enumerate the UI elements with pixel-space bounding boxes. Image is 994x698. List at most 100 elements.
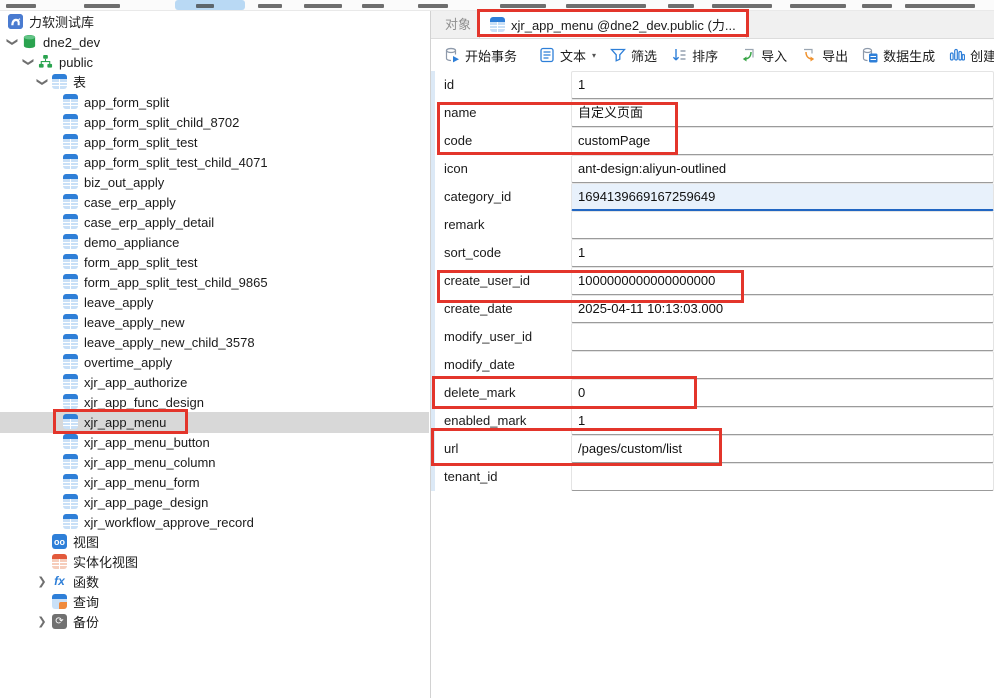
field-value-url[interactable]: /pages/custom/list — [571, 435, 994, 463]
field-value-id[interactable]: 1 — [571, 71, 994, 99]
table-icon — [63, 434, 78, 449]
clipped-toolbar-text-fragment — [905, 4, 975, 8]
toolbar-button-import[interactable]: 导入 — [733, 42, 794, 68]
tree-item-app_form_split[interactable]: app_form_split — [0, 92, 429, 113]
create-chart-icon — [949, 47, 965, 63]
tree-item-xjr_app_page_design[interactable]: xjr_app_page_design — [0, 492, 429, 513]
field-row-sort_code: sort_code1 — [431, 239, 994, 267]
tree-item-xjr_app_menu[interactable]: xjr_app_menu — [0, 412, 429, 433]
tree-item-xjr_app_func_design[interactable]: xjr_app_func_design — [0, 392, 429, 413]
tree-item-leave_apply_new[interactable]: leave_apply_new — [0, 312, 429, 333]
field-row-category_id: category_id1694139669167259649 — [431, 183, 994, 211]
field-value-tenant_id[interactable] — [571, 463, 994, 491]
tree-item-leave_apply[interactable]: leave_apply — [0, 292, 429, 313]
tree-item-label: xjr_app_menu_column — [84, 452, 216, 473]
tree-item-demo_appliance[interactable]: demo_appliance — [0, 232, 429, 253]
toolbar-button-sort[interactable]: 排序 — [664, 42, 725, 68]
chevron-right-icon[interactable]: ❯ — [36, 575, 48, 589]
tree-item-查询[interactable]: 查询 — [0, 592, 429, 613]
tree-item-biz_out_apply[interactable]: biz_out_apply — [0, 172, 429, 193]
table-icon — [63, 394, 78, 409]
tree-item-xjr_app_menu_button[interactable]: xjr_app_menu_button — [0, 432, 429, 453]
tree-item-app_form_split_test_child_4071[interactable]: app_form_split_test_child_4071 — [0, 152, 429, 173]
field-value-delete_mark[interactable]: 0 — [571, 379, 994, 407]
table-icon — [63, 254, 78, 269]
materialized-view-icon — [52, 554, 67, 569]
field-value-code[interactable]: customPage — [571, 127, 994, 155]
clipped-toolbar-text-fragment — [304, 4, 342, 8]
field-label-url: url — [431, 435, 571, 463]
field-value-category_id[interactable]: 1694139669167259649 — [571, 183, 994, 211]
view-icon: oo — [52, 534, 67, 549]
tab-xjr-app-menu[interactable]: xjr_app_menu @dne2_dev.public (力... — [479, 11, 747, 38]
tree-item-视图[interactable]: oo视图 — [0, 532, 429, 553]
tree-item-form_app_split_test[interactable]: form_app_split_test — [0, 252, 429, 273]
field-value-create_date[interactable]: 2025-04-11 10:13:03.000 — [571, 295, 994, 323]
field-value-enabled_mark[interactable]: 1 — [571, 407, 994, 435]
tree-item-overtime_apply[interactable]: overtime_apply — [0, 352, 429, 373]
data-toolbar: 开始事务文本▾ 筛选排序导入导出数据生成创建图表 — [431, 39, 994, 71]
tree-item-xjr_app_menu_column[interactable]: xjr_app_menu_column — [0, 452, 429, 473]
field-value-modify_date[interactable] — [571, 351, 994, 379]
field-row-id: id1 — [431, 71, 994, 99]
field-row-name: name自定义页面 — [431, 99, 994, 127]
tree-item-form_app_split_test_child_9865[interactable]: form_app_split_test_child_9865 — [0, 272, 429, 293]
tree-item-label: 备份 — [73, 612, 99, 633]
filter-icon — [610, 47, 626, 63]
field-row-modify_date: modify_date — [431, 351, 994, 379]
field-value-remark[interactable] — [571, 211, 994, 239]
field-value-sort_code[interactable]: 1 — [571, 239, 994, 267]
tree-item-xjr_workflow_approve_record[interactable]: xjr_workflow_approve_record — [0, 512, 429, 533]
chevron-down-icon[interactable]: ❯ — [21, 56, 35, 68]
tree-item-app_form_split_test[interactable]: app_form_split_test — [0, 132, 429, 153]
chevron-down-icon[interactable]: ❯ — [5, 36, 19, 48]
tree-item-leave_apply_new_child_3578[interactable]: leave_apply_new_child_3578 — [0, 332, 429, 353]
toolbar-button-text-view[interactable]: 文本▾ — [532, 42, 603, 68]
tab-objects[interactable]: 对象 — [431, 11, 485, 38]
tree-item-public[interactable]: ❯ public — [0, 52, 429, 73]
connection-tree-panel: 力软测试库❯dne2_dev❯public❯表app_form_splitapp… — [0, 11, 429, 698]
table-icon — [63, 174, 78, 189]
tree-item-case_erp_apply_detail[interactable]: case_erp_apply_detail — [0, 212, 429, 233]
chevron-down-icon[interactable]: ❯ — [35, 76, 49, 88]
toolbar-button-create-chart[interactable]: 创建图表 — [942, 42, 994, 68]
tree-item-label: case_erp_apply — [84, 192, 176, 213]
tree-item-备份[interactable]: ❯ ⟳ 备份 — [0, 612, 429, 633]
field-value-modify_user_id[interactable] — [571, 323, 994, 351]
tree-item-力软测试库[interactable]: 力软测试库 — [0, 12, 429, 33]
tree-item-label: public — [59, 52, 93, 73]
tab-bar: 对象 xjr_app_menu @dne2_dev.public (力... — [431, 11, 994, 39]
tree-item-label: 实体化视图 — [73, 552, 138, 573]
tree-item-表[interactable]: ❯表 — [0, 72, 429, 93]
tree-item-label: dne2_dev — [43, 32, 100, 53]
toolbar-button-data-generation[interactable]: 数据生成 — [855, 42, 942, 68]
table-icon — [52, 74, 67, 89]
tree-item-dne2_dev[interactable]: ❯ dne2_dev — [0, 32, 429, 53]
tree-item-实体化视图[interactable]: 实体化视图 — [0, 552, 429, 573]
toolbar-button-begin-transaction[interactable]: 开始事务 — [437, 42, 524, 68]
toolbar-button-export[interactable]: 导出 — [794, 42, 855, 68]
clipped-toolbar-text-fragment — [362, 4, 384, 8]
tree-item-app_form_split_child_8702[interactable]: app_form_split_child_8702 — [0, 112, 429, 133]
field-value-create_user_id[interactable]: 1000000000000000000 — [571, 267, 994, 295]
clipped-toolbar-text-fragment — [668, 4, 694, 8]
field-value-icon[interactable]: ant-design:aliyun-outlined — [571, 155, 994, 183]
tree-item-label: demo_appliance — [84, 232, 179, 253]
field-value-name[interactable]: 自定义页面 — [571, 99, 994, 127]
table-icon — [63, 214, 78, 229]
tree-item-case_erp_apply[interactable]: case_erp_apply — [0, 192, 429, 213]
toolbar-button-label: 筛选 — [631, 46, 657, 65]
tree-item-函数[interactable]: ❯fx函数 — [0, 572, 429, 593]
clipped-toolbar-text-fragment — [84, 4, 120, 8]
tree-item-xjr_app_authorize[interactable]: xjr_app_authorize — [0, 372, 429, 393]
field-label-remark: remark — [431, 211, 571, 239]
tree-item-label: app_form_split_child_8702 — [84, 112, 239, 133]
tree-item-xjr_app_menu_form[interactable]: xjr_app_menu_form — [0, 472, 429, 493]
tab-label: xjr_app_menu @dne2_dev.public (力... — [511, 15, 736, 34]
data-generation-icon — [862, 47, 878, 63]
sort-icon — [671, 47, 687, 63]
toolbar-button-filter[interactable]: 筛选 — [603, 42, 664, 68]
chevron-right-icon[interactable]: ❯ — [36, 615, 48, 629]
backup-icon: ⟳ — [52, 614, 67, 629]
dropdown-caret-icon[interactable]: ▾ — [592, 51, 596, 60]
